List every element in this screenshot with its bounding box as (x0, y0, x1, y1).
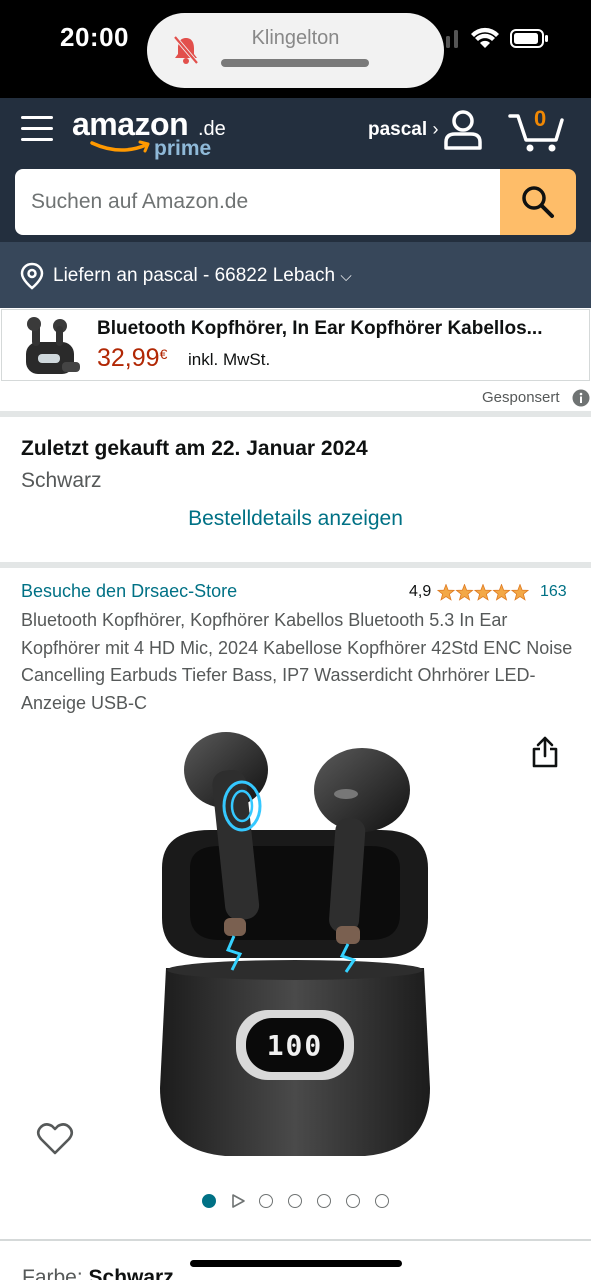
section-divider (0, 1239, 591, 1241)
amazon-smile-icon (90, 140, 150, 153)
sponsored-ad-banner[interactable]: Bluetooth Kopfhörer, In Ear Kopfhörer Ka… (1, 309, 590, 381)
location-pin-icon (20, 262, 44, 290)
delivery-location-text: Liefern an pascal - 66822 Lebach ⌵ (53, 265, 352, 287)
star-rating-icon[interactable] (437, 584, 529, 602)
color-value: Schwarz (88, 1266, 174, 1280)
person-icon[interactable] (443, 108, 483, 150)
color-label: Farbe: (22, 1266, 89, 1280)
carousel-dot[interactable] (375, 1194, 389, 1208)
rating-value: 4,9 (409, 583, 432, 600)
rating-count[interactable]: 163 (540, 583, 567, 601)
carousel-dot[interactable] (317, 1194, 331, 1208)
ad-product-thumbnail (26, 317, 80, 374)
star-icon (473, 584, 493, 601)
battery-icon (510, 29, 548, 48)
delivery-address: Liefern an pascal - 66822 Lebach (53, 265, 336, 286)
star-icon (455, 584, 474, 601)
star-icon (492, 584, 511, 601)
cart-count: 0 (534, 106, 547, 131)
sponsored-label: Gesponsert (482, 389, 560, 406)
status-icons (446, 27, 548, 48)
heart-icon[interactable] (36, 1122, 74, 1156)
image-carousel-indicator[interactable] (200, 1192, 400, 1210)
case-led-display: 100 (267, 1029, 324, 1062)
star-icon (510, 584, 529, 601)
product-title: Bluetooth Kopfhörer, Kopfhörer Kabellos … (21, 610, 573, 713)
share-icon[interactable] (530, 735, 560, 769)
info-icon[interactable] (572, 389, 590, 407)
island-label: Klingelton (251, 27, 340, 49)
volume-bar (221, 59, 369, 67)
amazon-header: amazon .de prime pascal › 0 (0, 98, 591, 242)
amazon-prime-logo[interactable]: amazon .de prime (72, 106, 242, 164)
carousel-dot[interactable] (346, 1194, 360, 1208)
ad-tax-note: inkl. MwSt. (188, 350, 271, 369)
wifi-icon (471, 27, 499, 48)
ad-price: 32,99€ (97, 344, 167, 373)
search-button[interactable] (500, 169, 576, 235)
order-details-link[interactable]: Bestelldetails anzeigen (0, 507, 591, 531)
search-input[interactable] (15, 169, 501, 235)
logo-prime: prime (154, 137, 212, 160)
carousel-dot[interactable] (202, 1194, 216, 1208)
ad-price-currency: € (159, 346, 168, 362)
status-bar: 20:00 Klingelton (0, 0, 591, 98)
product-image[interactable]: 100 (150, 718, 440, 1168)
color-selection: Farbe: Schwarz (22, 1266, 174, 1280)
purchased-variant: Schwarz (21, 469, 102, 492)
chevron-right-icon: › (432, 119, 439, 139)
home-indicator[interactable] (190, 1260, 402, 1267)
dynamic-island-notification[interactable]: Klingelton (147, 13, 444, 88)
hamburger-menu-icon[interactable] (20, 112, 54, 146)
search-bar (15, 169, 576, 235)
ad-price-value: 32,99 (97, 344, 160, 372)
star-icon (437, 584, 456, 601)
search-icon (522, 186, 554, 218)
store-link[interactable]: Besuche den Drsaec-Store (21, 581, 237, 602)
carousel-dot[interactable] (288, 1194, 302, 1208)
delivery-location-bar[interactable]: Liefern an pascal - 66822 Lebach ⌵ (0, 242, 591, 308)
carousel-dot[interactable] (259, 1194, 273, 1208)
account-name: pascal (368, 119, 428, 140)
section-divider (0, 562, 591, 568)
cart-button[interactable]: 0 (508, 104, 566, 154)
last-purchased-date: Zuletzt gekauft am 22. Januar 2024 (21, 437, 368, 460)
chevron-down-icon: ⌵ (340, 268, 352, 285)
section-divider (0, 411, 591, 417)
clock: 20:00 (60, 22, 129, 52)
signal-icon (446, 30, 458, 48)
account-link[interactable]: pascal › (368, 119, 438, 141)
ad-product-title: Bluetooth Kopfhörer, In Ear Kopfhörer Ka… (97, 318, 543, 339)
play-video-icon[interactable] (230, 1193, 246, 1209)
